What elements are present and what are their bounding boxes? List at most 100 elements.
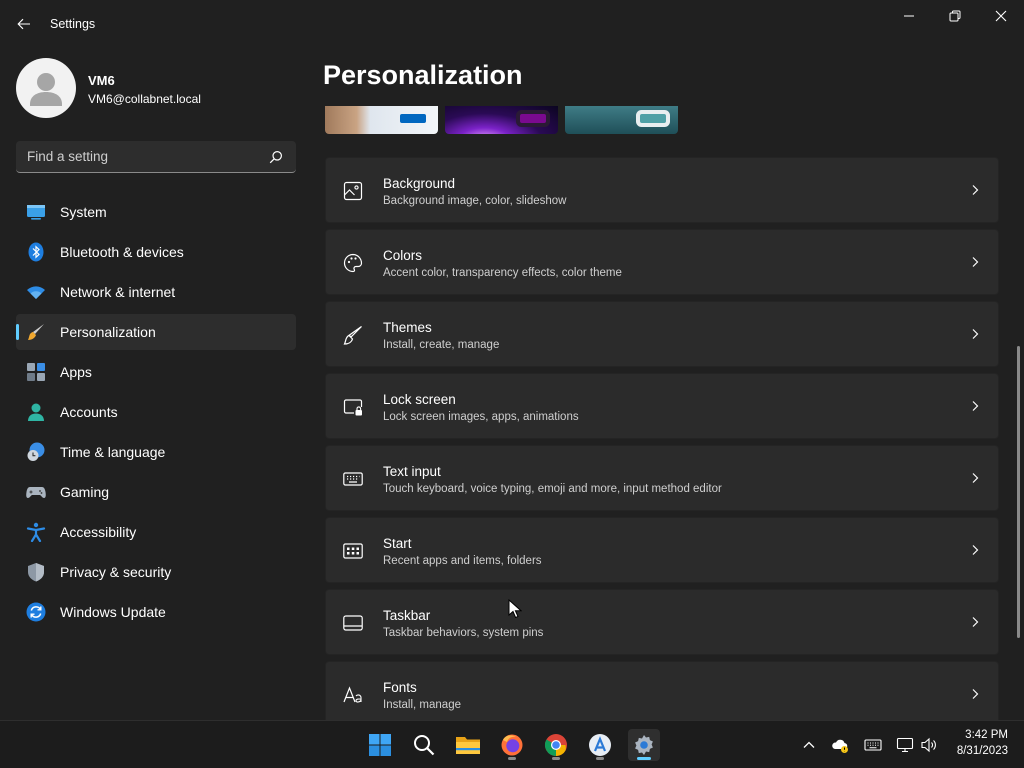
start-icon bbox=[343, 543, 363, 559]
card-subtitle: Accent color, transparency effects, colo… bbox=[383, 267, 622, 279]
sidebar-item-label: Bluetooth & devices bbox=[60, 244, 184, 260]
sidebar-nav: System Bluetooth & devices Network & int… bbox=[16, 194, 296, 634]
sidebar-item-bluetooth[interactable]: Bluetooth & devices bbox=[16, 234, 296, 270]
sidebar-item-personalization[interactable]: Personalization bbox=[16, 314, 296, 350]
search-box[interactable]: Find a setting bbox=[16, 141, 296, 173]
wifi-icon bbox=[27, 286, 45, 299]
card-title: Lock screen bbox=[383, 392, 456, 407]
setting-card-colors[interactable]: Colors Accent color, transparency effect… bbox=[325, 229, 999, 295]
sidebar-item-network[interactable]: Network & internet bbox=[16, 274, 296, 310]
window-title: Settings bbox=[50, 17, 96, 31]
sidebar-item-label: Accessibility bbox=[60, 524, 137, 540]
theme-thumbnail[interactable] bbox=[565, 106, 678, 134]
setting-card-themes[interactable]: Themes Install, create, manage bbox=[325, 301, 999, 367]
card-subtitle: Install, create, manage bbox=[383, 339, 500, 351]
card-title: Text input bbox=[383, 464, 441, 479]
tray-keyboard[interactable] bbox=[864, 736, 882, 754]
theme-accent-swatch bbox=[520, 114, 546, 123]
person-icon bbox=[30, 73, 62, 106]
sidebar-item-accessibility[interactable]: Accessibility bbox=[16, 514, 296, 550]
taskbar-file-explorer[interactable] bbox=[452, 729, 484, 761]
card-subtitle: Recent apps and items, folders bbox=[383, 555, 542, 567]
back-arrow-icon bbox=[17, 18, 30, 30]
chevron-right-icon bbox=[972, 689, 979, 699]
sidebar-item-label: Network & internet bbox=[60, 284, 176, 300]
sidebar-item-label: Privacy & security bbox=[60, 564, 172, 580]
close-button[interactable] bbox=[978, 0, 1024, 32]
accessibility-icon bbox=[26, 522, 46, 542]
user-name: VM6 bbox=[88, 73, 115, 88]
image-icon bbox=[343, 181, 363, 201]
fonts-icon bbox=[343, 686, 362, 703]
taskbar bbox=[0, 720, 1024, 768]
gamepad-icon bbox=[26, 487, 46, 498]
sidebar-item-time-language[interactable]: Time & language bbox=[16, 434, 296, 470]
palette-icon bbox=[343, 253, 363, 273]
chevron-right-icon bbox=[972, 617, 979, 627]
settings-list: Background Background image, color, slid… bbox=[325, 157, 999, 733]
setting-card-taskbar[interactable]: Taskbar Taskbar behaviors, system pins bbox=[325, 589, 999, 655]
setting-card-lock-screen[interactable]: Lock screen Lock screen images, apps, an… bbox=[325, 373, 999, 439]
card-subtitle: Touch keyboard, voice typing, emoji and … bbox=[383, 483, 722, 495]
card-subtitle: Install, manage bbox=[383, 699, 461, 711]
sidebar-item-privacy-security[interactable]: Privacy & security bbox=[16, 554, 296, 590]
chevron-right-icon bbox=[972, 185, 979, 195]
chevron-right-icon bbox=[972, 545, 979, 555]
sidebar-item-windows-update[interactable]: Windows Update bbox=[16, 594, 296, 630]
brush-icon bbox=[28, 324, 44, 340]
taskbar-icon bbox=[343, 615, 363, 631]
card-title: Background bbox=[383, 176, 456, 191]
apps-icon bbox=[27, 363, 45, 381]
setting-card-fonts[interactable]: Fonts Install, manage bbox=[325, 661, 999, 727]
title-bar: Settings bbox=[0, 0, 1024, 48]
sidebar-item-accounts[interactable]: Accounts bbox=[16, 394, 296, 430]
volume-icon bbox=[921, 737, 936, 753]
mouse-cursor-icon bbox=[508, 599, 522, 619]
taskbar-settings[interactable] bbox=[628, 729, 660, 761]
tray-network[interactable] bbox=[896, 736, 914, 754]
sidebar-item-apps[interactable]: Apps bbox=[16, 354, 296, 390]
chrome-icon bbox=[545, 734, 567, 756]
network-icon bbox=[896, 737, 914, 753]
back-button[interactable] bbox=[14, 12, 34, 36]
sidebar-item-label: Windows Update bbox=[60, 604, 166, 620]
setting-card-text-input[interactable]: Text input Touch keyboard, voice typing,… bbox=[325, 445, 999, 511]
theme-accent-swatch bbox=[640, 114, 666, 123]
search-input[interactable]: Find a setting bbox=[27, 149, 108, 164]
theme-thumbnail[interactable] bbox=[325, 106, 438, 134]
setting-card-background[interactable]: Background Background image, color, slid… bbox=[325, 157, 999, 223]
cloud-warning-icon bbox=[832, 739, 848, 753]
card-title: Taskbar bbox=[383, 608, 431, 623]
taskbar-firefox[interactable] bbox=[496, 729, 528, 761]
scrollbar[interactable] bbox=[1017, 346, 1020, 638]
sidebar-item-gaming[interactable]: Gaming bbox=[16, 474, 296, 510]
sidebar-item-label: Gaming bbox=[60, 484, 110, 500]
tray-onedrive[interactable] bbox=[831, 736, 849, 754]
sidebar-item-label: Time & language bbox=[60, 444, 166, 460]
setting-card-start[interactable]: Start Recent apps and items, folders bbox=[325, 517, 999, 583]
taskbar-app-store[interactable] bbox=[584, 729, 616, 761]
sidebar-item-system[interactable]: System bbox=[16, 194, 296, 230]
card-subtitle: Background image, color, slideshow bbox=[383, 195, 567, 207]
taskbar-search-button[interactable] bbox=[408, 729, 440, 761]
minimize-button[interactable] bbox=[886, 0, 932, 32]
taskbar-chrome[interactable] bbox=[540, 729, 572, 761]
chevron-right-icon bbox=[972, 329, 979, 339]
clock-date[interactable]: 8/31/2023 bbox=[948, 745, 1008, 757]
tray-volume[interactable] bbox=[920, 736, 938, 754]
restore-button[interactable] bbox=[932, 0, 978, 32]
update-icon bbox=[26, 602, 46, 622]
theme-thumbnail[interactable] bbox=[445, 106, 558, 134]
search-icon[interactable] bbox=[269, 150, 283, 164]
page-title: Personalization bbox=[323, 60, 523, 90]
tray-overflow-button[interactable] bbox=[800, 736, 818, 754]
firefox-icon bbox=[501, 734, 523, 756]
card-title: Themes bbox=[383, 320, 432, 335]
chevron-right-icon bbox=[972, 473, 979, 483]
clock-time[interactable]: 3:42 PM bbox=[962, 729, 1008, 741]
card-subtitle: Taskbar behaviors, system pins bbox=[383, 627, 544, 639]
system-icon bbox=[27, 205, 45, 220]
taskbar-start-button[interactable] bbox=[364, 729, 396, 761]
running-indicator bbox=[552, 757, 560, 760]
keyboard-icon bbox=[864, 739, 882, 751]
